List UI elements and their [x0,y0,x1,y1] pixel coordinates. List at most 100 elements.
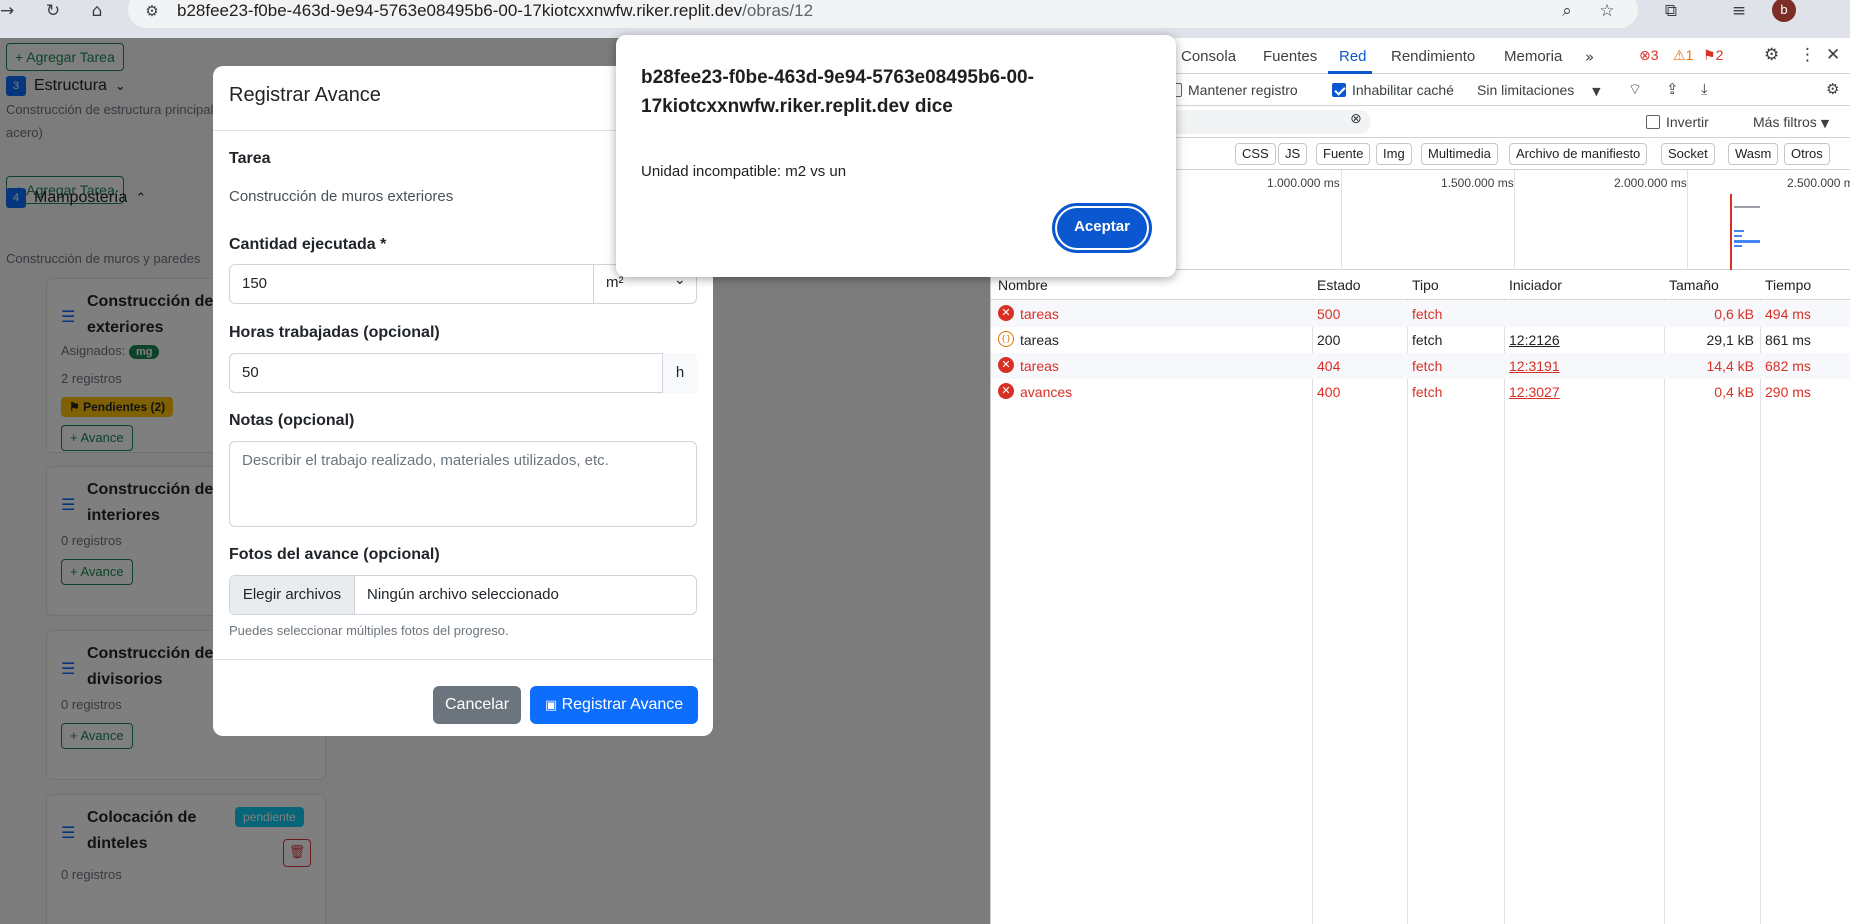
address-bar[interactable]: ⚙ b28fee23-f0be-463d-9e94-5763e08495b6-0… [128,0,1638,28]
hours-input[interactable]: 50 [242,364,259,381]
filter-wasm[interactable]: Wasm [1728,143,1779,165]
hours-unit-addon: h [662,353,697,393]
request-initiator[interactable]: 12:3027 [1509,384,1560,400]
task-value: Construcción de muros exteriores [229,188,454,205]
disable-cache-checkbox[interactable]: Inhabilitar caché [1332,82,1454,98]
request-initiator[interactable]: 12:3191 [1509,358,1560,374]
url-path: /obras/12 [742,1,814,20]
timeline-tick: 1.000.000 ms [1267,176,1340,190]
clear-filter-icon[interactable]: ⊗ [1350,111,1362,127]
request-time: 682 ms [1765,358,1811,374]
request-name: avances [1020,384,1073,400]
table-row[interactable]: ✕ tareas 500 fetch 0,6 kB 494 ms [991,301,1850,327]
tab-network[interactable]: Red [1339,48,1367,65]
network-requests-table: Nombre Estado Tipo Iniciador Tamaño Tiem… [991,270,1850,924]
modal-footer: Cancelar ▣ Registrar Avance [213,659,713,736]
table-row[interactable]: {} tareas 200 fetch 12:2126 29,1 kB 861 … [991,327,1850,353]
filter-manifest[interactable]: Archivo de manifiesto [1509,143,1648,165]
column-header[interactable]: Tamaño [1669,277,1719,293]
more-tabs-icon[interactable]: » [1585,48,1594,66]
extensions-icon[interactable]: ⧉ [1660,0,1682,22]
timeline-bar [1734,245,1742,247]
reload-icon[interactable]: ↻ [42,0,64,22]
request-status: 400 [1317,384,1341,400]
request-type: fetch [1412,384,1443,400]
column-header[interactable]: Estado [1317,277,1361,293]
media-control-icon[interactable]: ≡ [1728,0,1750,22]
profile-avatar[interactable]: b [1772,0,1796,22]
column-header[interactable]: Nombre [998,277,1048,293]
accept-button-label: Aceptar [1057,208,1147,248]
tab-console[interactable]: Consola [1181,48,1236,65]
column-header[interactable]: Tipo [1412,277,1439,293]
warning-count[interactable]: ⚠1 [1673,47,1693,64]
bookmark-star-icon[interactable]: ☆ [1596,0,1618,22]
notes-placeholder: Describir el trabajo realizado, material… [242,452,609,469]
timeline-bar [1734,230,1744,232]
filter-font[interactable]: Fuente [1316,143,1371,165]
home-icon[interactable]: ⌂ [86,0,108,22]
tab-memory[interactable]: Memoria [1504,48,1562,65]
preserve-log-checkbox[interactable]: Mantener registro [1168,82,1298,98]
request-time: 861 ms [1765,332,1811,348]
dropdown-arrow-icon: ▼ [1820,117,1830,130]
network-settings-icon[interactable]: ⚙ [1826,80,1839,98]
import-har-icon[interactable]: ⇪ [1666,80,1679,98]
notes-textarea[interactable]: Describir el trabajo realizado, material… [229,441,697,527]
invert-checkbox[interactable]: Invertir [1646,114,1709,130]
zoom-icon[interactable]: ⌕ [1556,0,1578,22]
request-size: 29,1 kB [1706,332,1754,348]
kebab-menu-icon[interactable]: ⋮ [1799,45,1816,65]
request-error-icon: ✕ [998,357,1014,373]
photos-file-input[interactable]: Elegir archivos Ningún archivo seleccion… [229,575,697,615]
filter-socket[interactable]: Socket [1661,143,1715,165]
network-conditions-icon[interactable]: ⌔ [1628,80,1642,99]
request-type: fetch [1412,332,1443,348]
alert-message: Unidad incompatible: m2 vs un [641,163,847,180]
request-name: tareas [1020,358,1059,374]
site-info-icon[interactable]: ⚙ [142,0,162,22]
timeline-bar [1734,235,1742,237]
issues-count[interactable]: ⚑2 [1703,47,1723,64]
close-icon[interactable]: ✕ [1826,45,1840,65]
request-time: 290 ms [1765,384,1811,400]
filter-img[interactable]: Img [1376,143,1412,165]
filter-media[interactable]: Multimedia [1421,143,1498,165]
request-initiator[interactable]: 12:2126 [1509,332,1560,348]
filter-other[interactable]: Otros [1784,143,1830,165]
more-filters-dropdown[interactable]: Más filtros ▼ [1753,114,1829,130]
column-header[interactable]: Tiempo [1765,277,1811,293]
quantity-input[interactable]: 150 [242,275,267,292]
export-har-icon[interactable]: ⤓ [1701,80,1708,98]
table-row[interactable]: ✕ avances 400 fetch 12:3027 0,4 kB 290 m… [991,379,1850,405]
tab-performance[interactable]: Rendimiento [1391,48,1475,65]
cancel-button[interactable]: Cancelar [433,686,521,724]
forward-icon[interactable]: → [0,0,14,22]
filter-js[interactable]: JS [1278,143,1308,165]
column-header[interactable]: Iniciador [1509,277,1562,293]
checkbox-checked-icon [1332,83,1346,97]
request-time: 494 ms [1765,306,1811,322]
settings-gear-icon[interactable]: ⚙ [1764,45,1779,65]
notes-label: Notas (opcional) [229,412,355,429]
tab-sources[interactable]: Fuentes [1263,48,1317,65]
url-host: b28fee23-f0be-463d-9e94-5763e08495b6-00-… [177,1,743,20]
browser-toolbar: → ↻ ⌂ ⚙ b28fee23-f0be-463d-9e94-5763e084… [0,0,1850,38]
register-advance-button[interactable]: ▣ Registrar Avance [530,686,698,724]
timeline-bar [1734,240,1760,243]
filter-css[interactable]: CSS [1235,143,1276,165]
table-row[interactable]: ✕ tareas 404 fetch 12:3191 14,4 kB 682 m… [991,353,1850,379]
request-fetch-icon: {} [998,331,1014,347]
alert-title: b28fee23-f0be-463d-9e94-5763e08495b6-00-… [641,67,1034,117]
accept-button[interactable]: Aceptar [1052,203,1152,253]
throttle-select[interactable]: Sin limitaciones ▼ [1477,82,1601,98]
request-size: 14,4 kB [1706,358,1754,374]
hours-input-group: 50 h [229,353,697,393]
choose-files-button[interactable]: Elegir archivos [230,576,355,614]
error-count[interactable]: ⊗3 [1639,47,1659,64]
request-status: 200 [1317,332,1341,348]
hours-label: Horas trabajadas (opcional) [229,324,440,341]
no-file-text: Ningún archivo seleccionado [367,586,559,603]
modal-title: Registrar Avance [229,84,381,106]
load-event-marker [1730,194,1732,270]
